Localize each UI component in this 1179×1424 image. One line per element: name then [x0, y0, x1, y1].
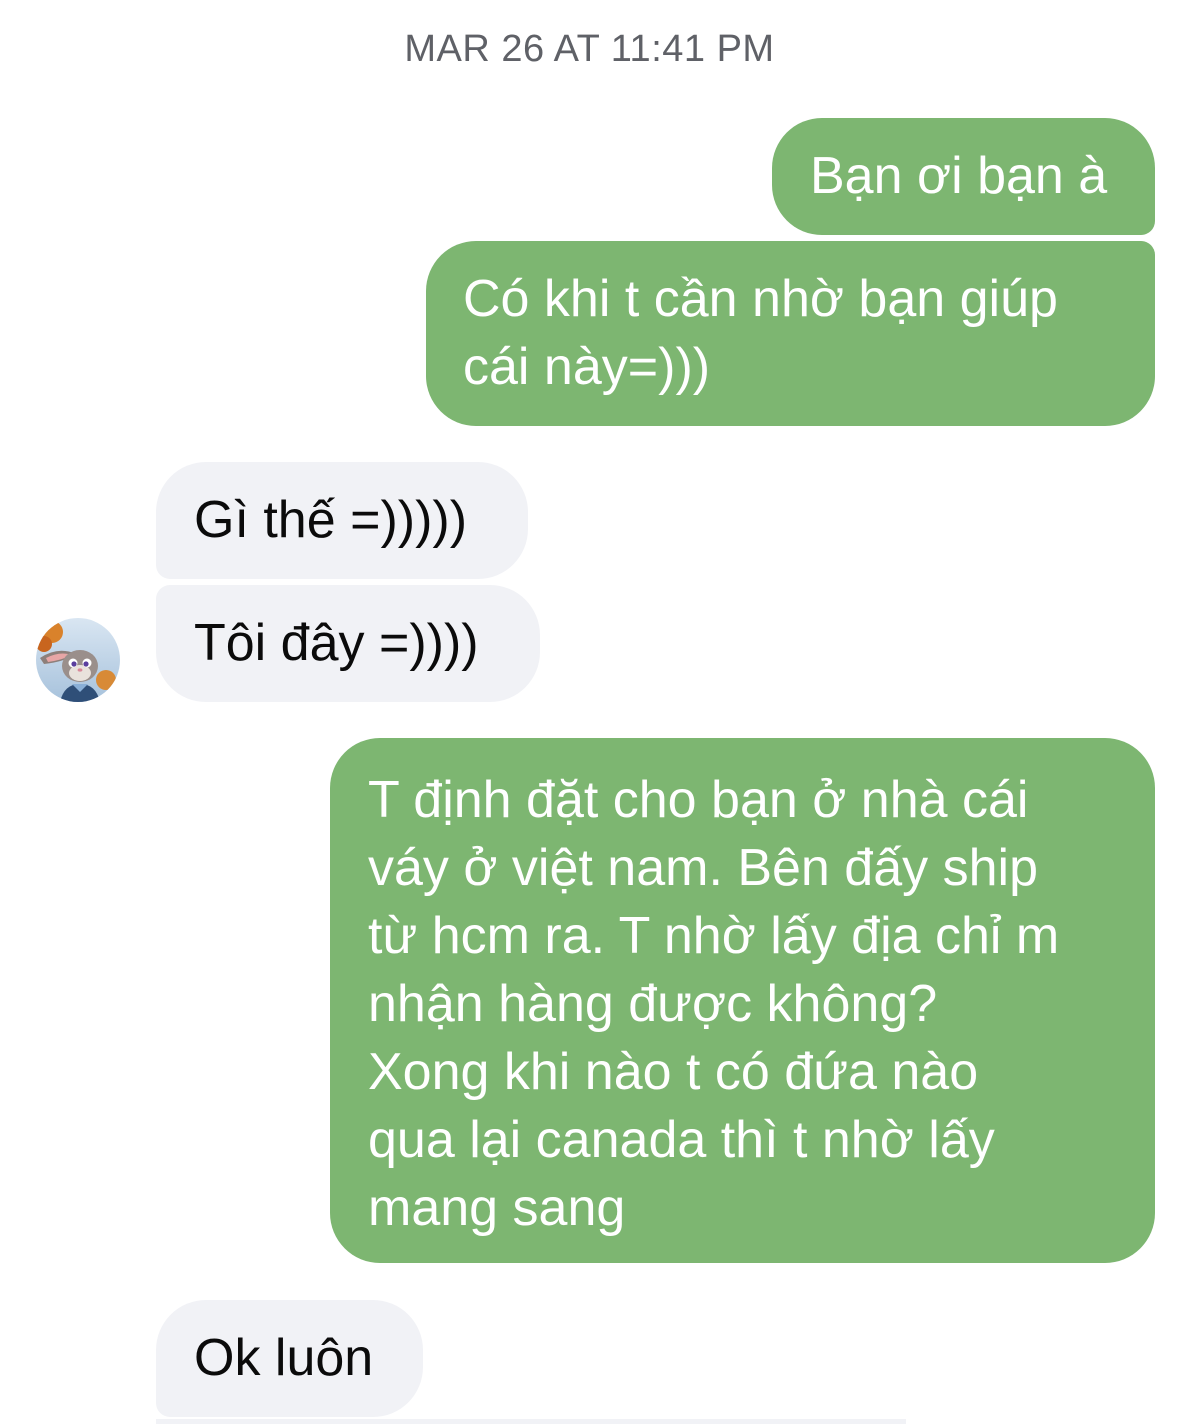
incoming-message[interactable]: Ok luôn: [156, 1300, 423, 1417]
bunny-avatar-icon: [36, 618, 120, 702]
next-message-edge: [156, 1419, 906, 1424]
outgoing-message[interactable]: Bạn ơi bạn à: [772, 118, 1155, 235]
incoming-message[interactable]: Gì thế =))))): [156, 462, 528, 579]
contact-avatar[interactable]: [36, 618, 120, 702]
outgoing-message[interactable]: T định đặt cho bạn ở nhà cái váy ở việt …: [330, 738, 1155, 1263]
incoming-message[interactable]: Tôi đây =)))): [156, 585, 540, 702]
outgoing-message[interactable]: Có khi t cần nhờ bạn giúp cái này=))): [426, 241, 1155, 426]
thread-timestamp: MAR 26 AT 11:41 PM: [404, 28, 775, 70]
